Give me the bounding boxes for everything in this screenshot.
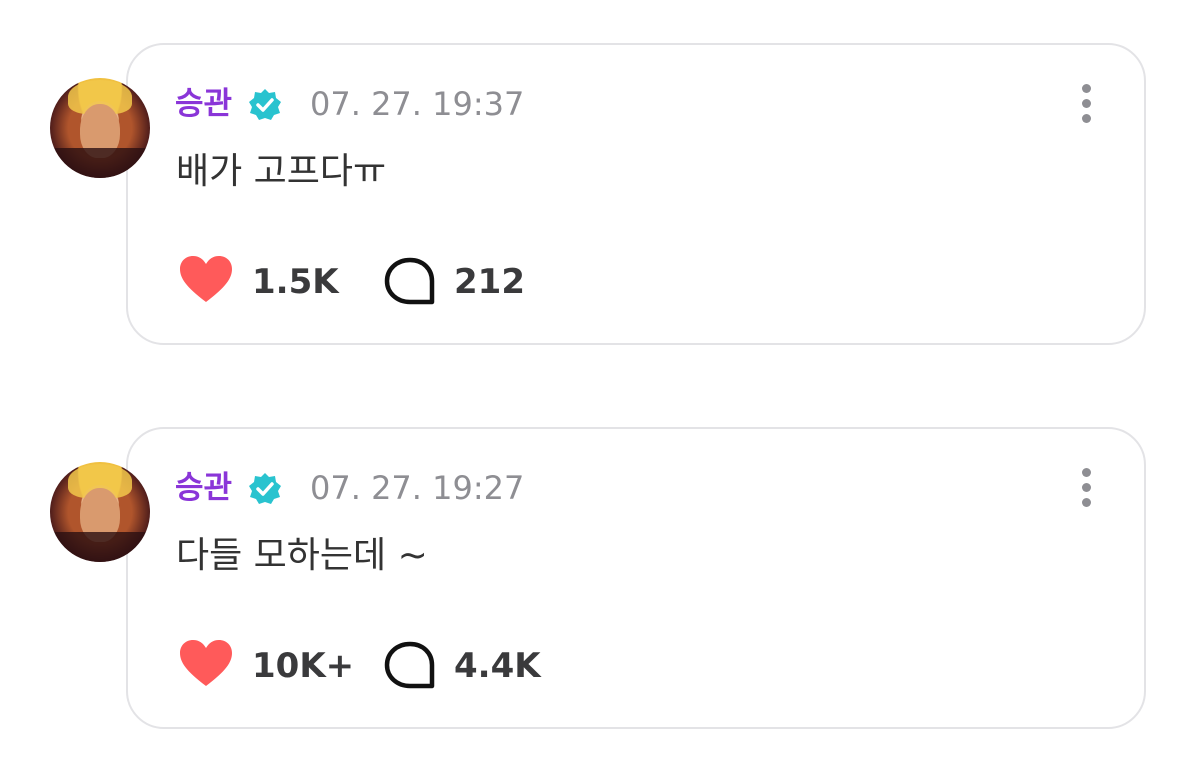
- verified-badge-icon: [249, 473, 281, 504]
- comment-icon[interactable]: [384, 640, 436, 690]
- post-timestamp: 07. 27. 19:27: [310, 469, 525, 507]
- post-text: 다들 모하는데 ~: [176, 535, 428, 576]
- heart-icon[interactable]: [178, 638, 234, 688]
- heart-icon[interactable]: [178, 254, 234, 304]
- like-count: 1.5K: [252, 262, 339, 302]
- post-item: 승관 07. 27. 19:37 배가 고프다ㅠ 1.5K 212: [0, 38, 1200, 348]
- avatar[interactable]: [50, 78, 150, 178]
- more-options-icon[interactable]: [1074, 84, 1098, 128]
- verified-badge-icon: [249, 89, 281, 120]
- avatar[interactable]: [50, 462, 150, 562]
- comment-icon[interactable]: [384, 256, 436, 306]
- comment-count: 212: [454, 262, 525, 302]
- author-name[interactable]: 승관: [175, 470, 232, 506]
- comment-count: 4.4K: [454, 646, 541, 686]
- post-timestamp: 07. 27. 19:37: [310, 85, 525, 123]
- post-item: 승관 07. 27. 19:27 다들 모하는데 ~ 10K+ 4.4K: [0, 422, 1200, 732]
- like-count: 10K+: [252, 646, 355, 686]
- author-name[interactable]: 승관: [175, 86, 232, 122]
- more-options-icon[interactable]: [1074, 468, 1098, 512]
- post-text: 배가 고프다ㅠ: [176, 151, 387, 192]
